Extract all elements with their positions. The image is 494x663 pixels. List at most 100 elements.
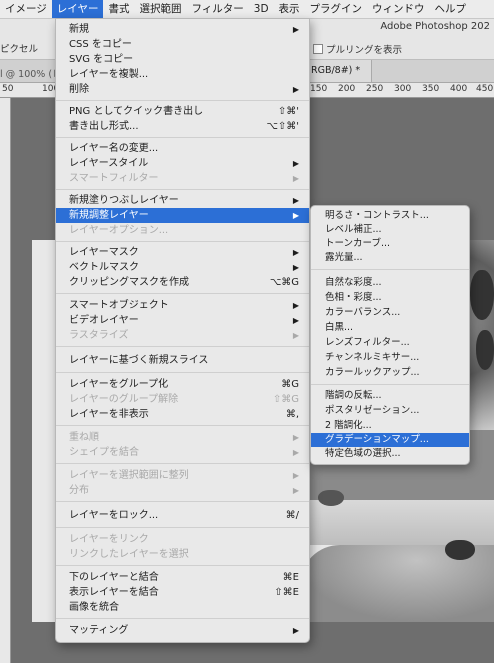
submenu-arrow-icon: ▶ xyxy=(292,174,299,183)
menu-item-export-as[interactable]: 書き出し形式... ⌥⇧⌘' xyxy=(56,119,309,134)
menubar-type[interactable]: 書式 xyxy=(103,0,134,18)
submenu-arrow-icon: ▶ xyxy=(292,433,299,442)
menu-separator xyxy=(56,618,309,619)
submenu-item-exposure[interactable]: 露光量... xyxy=(311,251,469,265)
submenu-item-black-white[interactable]: 白黒... xyxy=(311,321,469,335)
submenu-item-photo-filter[interactable]: レンズフィルター... xyxy=(311,336,469,350)
menubar-filter[interactable]: フィルター xyxy=(186,0,248,18)
menu-item-copy-css[interactable]: CSS をコピー xyxy=(56,37,309,52)
menu-separator xyxy=(56,372,309,373)
submenu-item-threshold[interactable]: 2 階調化... xyxy=(311,419,469,433)
menu-separator xyxy=(311,384,469,385)
submenu-item-posterize[interactable]: ポスタリゼーション... xyxy=(311,404,469,418)
ruler-tick: 150 xyxy=(310,84,328,94)
submenu-arrow-icon: ▶ xyxy=(292,248,299,257)
menubar-help[interactable]: ヘルプ xyxy=(430,0,472,18)
ruler-tick: 450 xyxy=(476,84,494,94)
submenu-arrow-icon: ▶ xyxy=(292,159,299,168)
strawberry-icon xyxy=(445,540,475,560)
submenu-item-hue-saturation[interactable]: 色相・彩度... xyxy=(311,291,469,305)
strawberry-icon xyxy=(318,490,344,506)
menu-item-new-adjustment-layer[interactable]: 新規調整レイヤー ▶ xyxy=(56,208,309,223)
menu-separator xyxy=(56,463,309,464)
menubar-3d[interactable]: 3D xyxy=(249,0,274,18)
submenu-item-gradient-map[interactable]: グラデーションマップ... xyxy=(311,433,469,447)
menu-item-delete[interactable]: 削除 ▶ xyxy=(56,82,309,97)
submenu-arrow-icon: ▶ xyxy=(292,25,299,34)
menu-item-layer-options: レイヤーオプション... xyxy=(69,225,169,236)
menu-item-rasterize: ラスタライズ ▶ xyxy=(69,330,299,341)
submenu-item-channel-mixer[interactable]: チャンネルミキサー... xyxy=(311,351,469,365)
menu-separator xyxy=(311,269,469,270)
menu-item-vector-mask[interactable]: ベクトルマスク ▶ xyxy=(56,260,309,275)
show-sampling-checkbox[interactable]: プルリングを表示 xyxy=(313,42,402,56)
menubar-view[interactable]: 表示 xyxy=(274,0,305,18)
menu-separator xyxy=(56,346,309,347)
submenu-arrow-icon: ▶ xyxy=(292,263,299,272)
document-tab-2[interactable]: RGB/8#) * xyxy=(308,60,372,82)
submenu-item-curves[interactable]: トーンカーブ... xyxy=(311,237,469,251)
menu-item-link-layers: レイヤーをリンク xyxy=(69,534,149,545)
menu-bar: イメージ レイヤー 書式 選択範囲 フィルター 3D 表示 プラグイン ウィンド… xyxy=(0,0,494,19)
menu-item-distribute: 分布 ▶ xyxy=(69,485,299,496)
menubar-plugins[interactable]: プラグイン xyxy=(305,0,368,18)
menubar-image[interactable]: イメージ xyxy=(0,0,52,18)
submenu-arrow-icon: ▶ xyxy=(292,331,299,340)
ruler-tick: 300 xyxy=(394,84,412,94)
ruler-tick: 250 xyxy=(366,84,384,94)
menu-item-combine-shapes: シェイプを結合 ▶ xyxy=(69,447,299,458)
menu-item-video-layer[interactable]: ビデオレイヤー ▶ xyxy=(56,313,309,328)
submenu-item-brightness-contrast[interactable]: 明るさ・コントラスト... xyxy=(311,209,469,223)
menu-item-new-slice-from-layer[interactable]: レイヤーに基づく新規スライス xyxy=(56,353,309,368)
menu-item-duplicate-layer[interactable]: レイヤーを複製... xyxy=(56,67,309,82)
menubar-layer[interactable]: レイヤー xyxy=(51,0,104,18)
submenu-arrow-icon: ▶ xyxy=(292,471,299,480)
submenu-item-color-balance[interactable]: カラーバランス... xyxy=(311,306,469,320)
menu-item-quick-export-png[interactable]: PNG としてクイック書き出し ⇧⌘' xyxy=(56,104,309,119)
menu-item-create-clipping-mask[interactable]: クリッピングマスクを作成 ⌥⌘G xyxy=(56,275,309,290)
menu-item-lock-layers[interactable]: レイヤーをロック... ⌘/ xyxy=(56,508,309,523)
menu-item-matting[interactable]: マッティング ▶ xyxy=(56,623,309,638)
submenu-item-levels[interactable]: レベル補正... xyxy=(311,223,469,237)
menu-item-group-layers[interactable]: レイヤーをグループ化 ⌘G xyxy=(56,377,309,392)
menu-item-hide-layers[interactable]: レイヤーを非表示 ⌘, xyxy=(56,407,309,422)
menu-item-new[interactable]: 新規 ▶ xyxy=(56,22,309,37)
submenu-item-color-lookup[interactable]: カラールックアップ... xyxy=(311,366,469,380)
menu-item-smart-object[interactable]: スマートオブジェクト ▶ xyxy=(56,298,309,313)
pixel-unit-label[interactable]: ピクセル xyxy=(0,41,38,55)
submenu-arrow-icon: ▶ xyxy=(292,316,299,325)
submenu-arrow-icon: ▶ xyxy=(292,301,299,310)
menu-separator xyxy=(56,241,309,242)
menu-item-layer-style[interactable]: レイヤースタイル ▶ xyxy=(56,156,309,171)
menu-separator xyxy=(56,293,309,294)
menu-item-layer-mask[interactable]: レイヤーマスク ▶ xyxy=(56,245,309,260)
vertical-ruler xyxy=(0,98,11,663)
submenu-arrow-icon: ▶ xyxy=(292,85,299,94)
menu-item-merge-down[interactable]: 下のレイヤーと結合 ⌘E xyxy=(56,570,309,585)
menu-item-rename-layer[interactable]: レイヤー名の変更... xyxy=(56,141,309,156)
menubar-select[interactable]: 選択範囲 xyxy=(134,0,186,18)
menu-separator xyxy=(56,100,309,101)
submenu-item-invert[interactable]: 階調の反転... xyxy=(311,389,469,403)
menubar-window[interactable]: ウィンドウ xyxy=(367,0,430,18)
new-adjustment-layer-submenu: 明るさ・コントラスト... レベル補正... トーンカーブ... 露光量... … xyxy=(310,205,470,465)
document-tab-1[interactable]: l @ 100% (レ xyxy=(0,66,62,80)
menu-item-merge-visible[interactable]: 表示レイヤーを結合 ⇧⌘E xyxy=(56,585,309,600)
menu-separator xyxy=(56,501,309,502)
menu-item-select-linked-layers: リンクしたレイヤーを選択 xyxy=(69,549,189,560)
menu-separator xyxy=(56,425,309,426)
menu-item-flatten-image[interactable]: 画像を統合 xyxy=(56,600,309,615)
ruler-tick: 200 xyxy=(338,84,356,94)
strawberry-icon xyxy=(470,270,494,320)
menu-separator xyxy=(56,527,309,528)
ruler-tick: 50 xyxy=(2,84,14,94)
submenu-item-selective-color[interactable]: 特定色域の選択... xyxy=(311,447,469,461)
cake-whipped-cream xyxy=(300,500,494,545)
submenu-arrow-icon: ▶ xyxy=(292,486,299,495)
menu-separator xyxy=(56,565,309,566)
menu-item-copy-svg[interactable]: SVG をコピー xyxy=(56,52,309,67)
menu-item-new-fill-layer[interactable]: 新規塗りつぶしレイヤー ▶ xyxy=(56,193,309,208)
submenu-item-vibrance[interactable]: 自然な彩度... xyxy=(311,276,469,290)
menu-item-align-to-selection: レイヤーを選択範囲に整列 ▶ xyxy=(69,470,299,481)
app-title: Adobe Photoshop 202 xyxy=(380,21,490,32)
